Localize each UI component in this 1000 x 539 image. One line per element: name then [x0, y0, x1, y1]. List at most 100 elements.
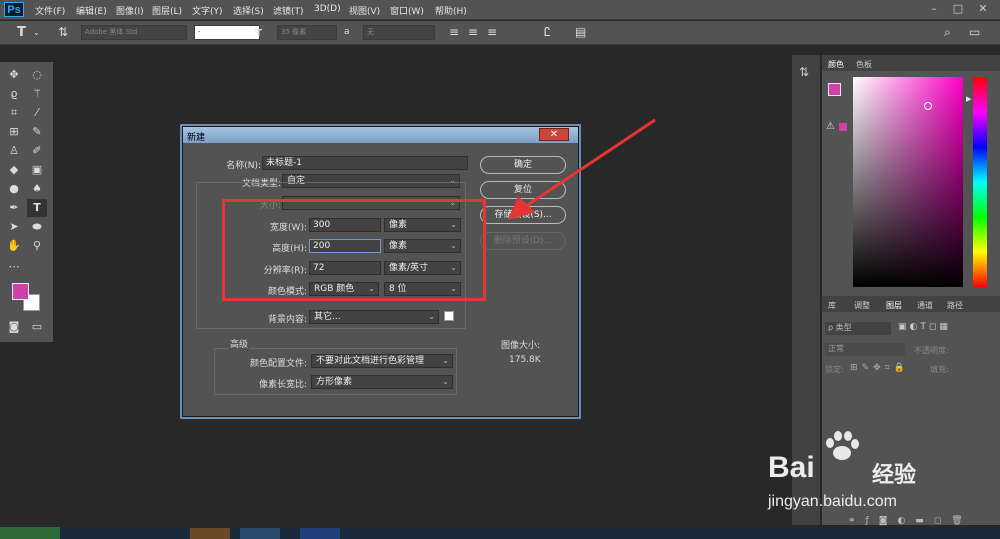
- quick-mask-icon[interactable]: ◙: [4, 318, 24, 336]
- color-profile-select[interactable]: 不要对此文档进行色彩管理 ⌄: [311, 354, 453, 368]
- watermark-brand: Bai: [768, 451, 815, 484]
- type-tool-icon[interactable]: T: [17, 25, 26, 40]
- advanced-label: 高级: [228, 337, 251, 350]
- lock-label: 锁定:: [825, 365, 844, 374]
- color-tabbar: [822, 55, 1000, 71]
- menu-edit[interactable]: 编辑(E): [76, 4, 107, 17]
- align-center-icon[interactable]: ≡: [468, 25, 478, 40]
- history-panel-icon[interactable]: ⇅: [799, 65, 809, 79]
- menu-file[interactable]: 文件(F): [35, 4, 65, 17]
- healing-brush-icon[interactable]: ⊞: [4, 123, 24, 141]
- dialog-title: 新建: [187, 133, 206, 143]
- menu-image[interactable]: 图像(I): [116, 4, 144, 17]
- opacity-label: 不透明度:: [914, 346, 949, 355]
- clone-stamp-icon[interactable]: ♙: [4, 142, 24, 160]
- menu-window[interactable]: 窗口(W): [390, 4, 424, 17]
- search-icon[interactable]: ⌕: [944, 25, 951, 40]
- tab-color[interactable]: 颜色: [828, 59, 844, 70]
- blur-tool-icon[interactable]: ●: [4, 180, 24, 198]
- menu-select[interactable]: 选择(S): [233, 4, 264, 17]
- start-button[interactable]: [0, 527, 60, 539]
- eyedropper-icon[interactable]: ⁄: [27, 104, 47, 122]
- delete-preset-button[interactable]: 删除预设(D)...: [480, 232, 566, 250]
- menu-type[interactable]: 文字(Y): [192, 4, 223, 17]
- tab-paths[interactable]: 路径: [947, 300, 963, 311]
- highlight-annotation-box: [222, 199, 486, 301]
- font-family-select[interactable]: Adobe 黑体 Std: [81, 25, 187, 40]
- hue-pointer-icon: ▶: [966, 95, 972, 103]
- tab-libraries[interactable]: 库: [828, 300, 836, 311]
- taskbar-app-2[interactable]: [240, 528, 280, 539]
- color-picker-cursor[interactable]: [924, 102, 932, 110]
- tab-layers[interactable]: 图层: [886, 300, 902, 311]
- lasso-tool-icon[interactable]: ϱ: [4, 85, 24, 103]
- gamut-swatch[interactable]: [839, 123, 847, 131]
- menu-help[interactable]: 帮助(H): [435, 4, 467, 17]
- blend-mode-select[interactable]: 正常: [825, 343, 905, 356]
- antialias-select[interactable]: 无: [363, 25, 435, 40]
- fill-label: 填充:: [930, 365, 949, 374]
- watermark-url: jingyan.baidu.com: [768, 493, 897, 510]
- image-size-label: 图像大小:: [501, 341, 541, 351]
- tab-adjustments[interactable]: 调整: [854, 300, 870, 311]
- background-label: 背景内容:: [267, 315, 307, 325]
- hue-slider[interactable]: [973, 77, 987, 287]
- brush-tool-icon[interactable]: ✎: [27, 123, 47, 141]
- background-color-box[interactable]: [444, 311, 454, 321]
- maximize-button[interactable]: □: [948, 2, 968, 16]
- tab-channels[interactable]: 通道: [917, 300, 933, 311]
- gradient-icon[interactable]: ▣: [27, 161, 47, 179]
- panel-fg-swatch[interactable]: [828, 83, 841, 96]
- marquee-tool-icon[interactable]: ◌: [27, 66, 47, 84]
- pixel-aspect-select[interactable]: 方形像素 ⌄: [311, 375, 453, 389]
- zoom-tool-icon[interactable]: ⚲: [27, 237, 47, 255]
- chevron-down-icon[interactable]: ⌄: [33, 25, 40, 40]
- minimize-button[interactable]: –: [924, 2, 944, 16]
- more-tools-icon[interactable]: ⋯: [4, 258, 24, 276]
- menu-bar: Ps 文件(F) 编辑(E) 图像(I) 图层(L) 文字(Y) 选择(S) 滤…: [0, 0, 1000, 20]
- move-tool-icon[interactable]: ✥: [4, 66, 24, 84]
- color-profile-label: 颜色配置文件:: [249, 359, 307, 369]
- magic-wand-icon[interactable]: ⚚: [27, 85, 47, 103]
- type-tool-active-icon[interactable]: T: [27, 199, 47, 217]
- foreground-color-front[interactable]: [12, 283, 29, 300]
- watermark-brand-suffix: 经验: [872, 463, 917, 488]
- layer-filter-icons[interactable]: ▣◐T◻▦: [898, 322, 951, 332]
- crop-tool-icon[interactable]: ⌗: [4, 104, 24, 122]
- ellipse-tool-icon[interactable]: ⬬: [27, 218, 47, 236]
- chevron-down-icon: ⌄: [428, 312, 435, 321]
- chevron-down-icon: ⌄: [442, 356, 449, 365]
- os-taskbar: [0, 527, 1000, 539]
- menu-filter[interactable]: 滤镜(T): [273, 4, 304, 17]
- menu-view[interactable]: 视图(V): [349, 4, 380, 17]
- dodge-tool-icon[interactable]: ♠: [27, 180, 47, 198]
- image-size-value: 175.8K: [509, 355, 541, 365]
- pen-tool-icon[interactable]: ✒: [4, 199, 24, 217]
- orientation-toggle-icon[interactable]: ⇅: [58, 25, 68, 40]
- workspace-icon[interactable]: ▭: [969, 25, 980, 40]
- character-panel-icon[interactable]: ▤: [575, 25, 586, 40]
- menu-3d[interactable]: 3D(D): [314, 4, 341, 14]
- font-style-select[interactable]: -: [194, 25, 260, 40]
- lock-icons[interactable]: ⊞✎✥⌗🔒: [850, 363, 909, 373]
- tab-swatches[interactable]: 色板: [856, 59, 872, 70]
- font-size-select[interactable]: 35 像素: [277, 25, 337, 40]
- name-input[interactable]: 未标题-1: [262, 156, 468, 170]
- color-picker-field[interactable]: [853, 77, 963, 287]
- screen-mode-icon[interactable]: ▭: [27, 318, 47, 336]
- warp-text-icon[interactable]: Ꮭ: [544, 25, 551, 40]
- align-right-icon[interactable]: ≡: [487, 25, 497, 40]
- background-select[interactable]: 其它... ⌄: [309, 310, 439, 324]
- menu-layer[interactable]: 图层(L): [152, 4, 182, 17]
- layer-filter-select[interactable]: ρ 类型: [825, 322, 891, 335]
- close-app-button[interactable]: ✕: [973, 2, 993, 16]
- taskbar-app-3[interactable]: [300, 528, 340, 539]
- history-brush-icon[interactable]: ✐: [27, 142, 47, 160]
- path-selection-icon[interactable]: ➤: [4, 218, 24, 236]
- warning-icon[interactable]: ⚠: [826, 121, 835, 132]
- hand-tool-icon[interactable]: ✋: [4, 237, 24, 255]
- align-left-icon[interactable]: ≡: [449, 25, 459, 40]
- taskbar-app-1[interactable]: [190, 528, 230, 539]
- eraser-icon[interactable]: ◆: [4, 161, 24, 179]
- options-bar: T ⌄ ⇅ Adobe 黑体 Std - т 35 像素 a 无 ≡ ≡ ≡ Ꮭ…: [0, 21, 1000, 60]
